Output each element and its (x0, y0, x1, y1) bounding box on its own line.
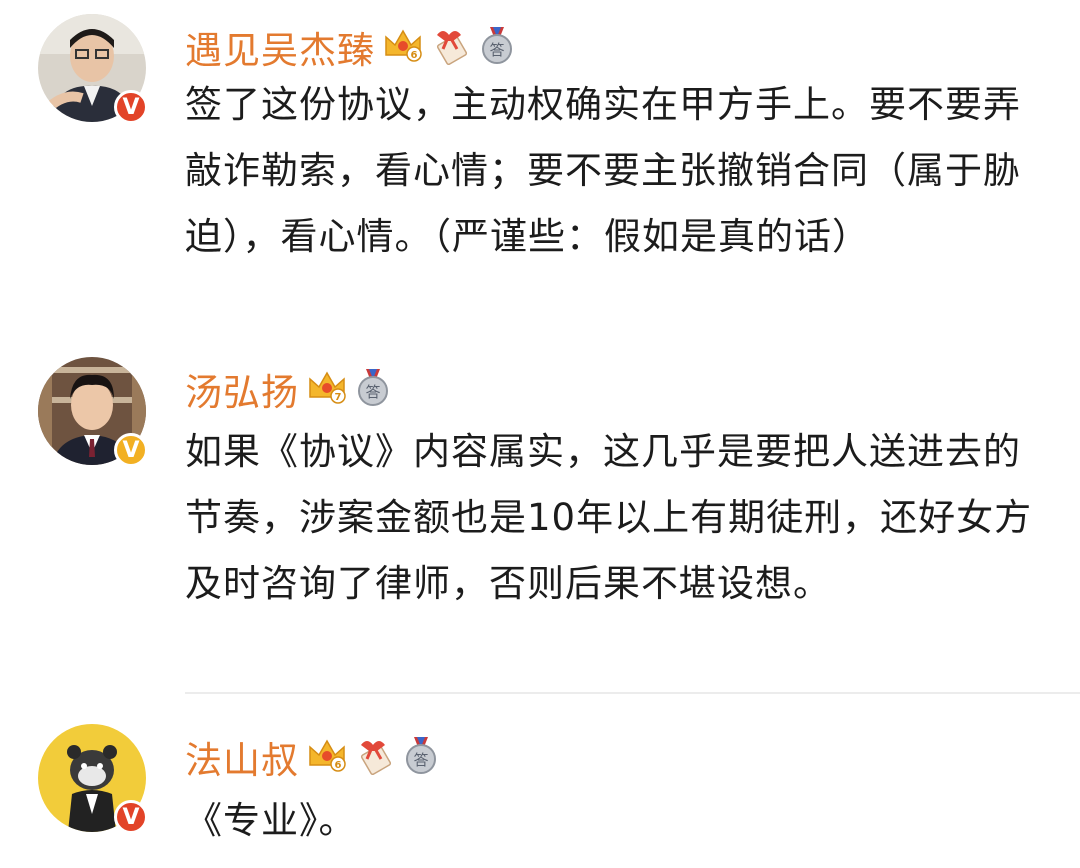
medal-char: 答 (365, 383, 380, 401)
crown-level: 7 (335, 392, 342, 403)
comment-text: 如果《协议》内容属实，这几乎是要把人送进去的节奏，涉案金额也是10年以上有期徒刑… (185, 430, 1033, 605)
verified-v-icon: V (114, 90, 148, 124)
crown-icon: 6 (307, 737, 347, 777)
crown-icon: 6 (383, 27, 423, 67)
username[interactable]: 法山叔 (185, 730, 299, 784)
comment-text: 《专业》。 (185, 799, 357, 842)
gift-icon (355, 735, 395, 779)
crown-level: 6 (411, 50, 418, 61)
divider (185, 692, 1080, 694)
answer-medal-icon: 答 (355, 367, 391, 411)
crown-level: 6 (335, 760, 342, 771)
comment-text: 签了这份协议，主动权确实在甲方手上。要不要弄敲诈勒索，看心情；要不要主张撤销合同… (185, 83, 1021, 258)
medal-char: 答 (413, 751, 428, 769)
verified-v-icon: V (114, 800, 148, 834)
medal-char: 答 (489, 41, 504, 59)
username[interactable]: 汤弘扬 (185, 362, 299, 416)
verified-v-icon: V (114, 433, 148, 467)
answer-medal-icon: 答 (479, 25, 515, 69)
answer-medal-icon: 答 (403, 735, 439, 779)
username[interactable]: 遇见吴杰臻 (185, 20, 375, 74)
gift-icon (431, 25, 471, 69)
crown-icon: 7 (307, 369, 347, 409)
